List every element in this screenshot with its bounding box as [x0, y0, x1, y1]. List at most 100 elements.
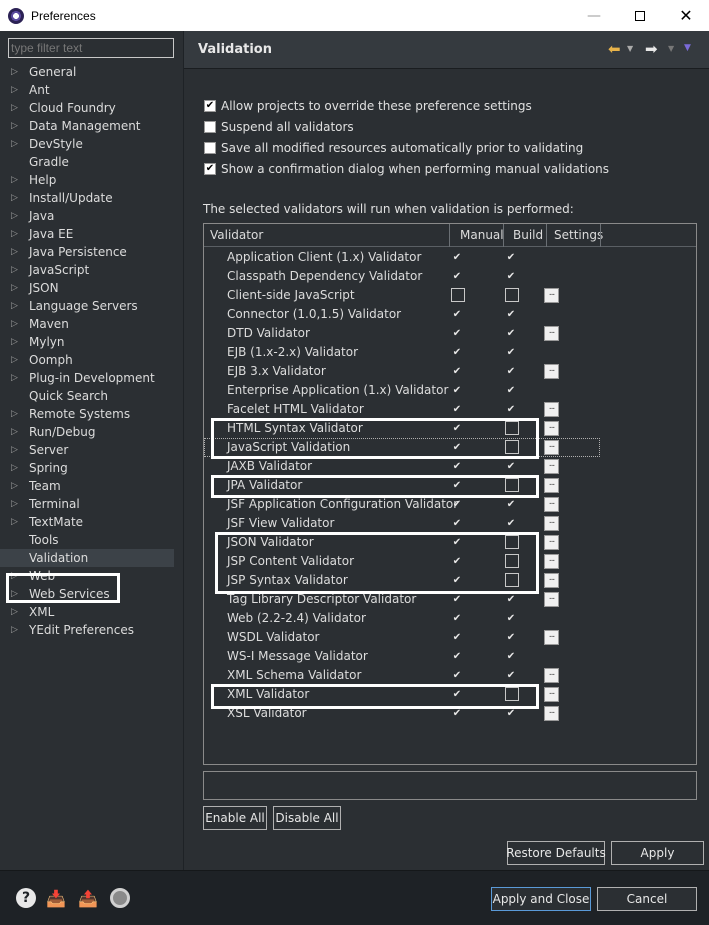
build-checkbox[interactable] [505, 403, 517, 415]
tree-item-general[interactable]: ▷ General [0, 63, 183, 81]
tree-item-gradle[interactable]: Gradle [0, 153, 183, 171]
build-checkbox[interactable] [505, 669, 517, 681]
restore-defaults-button[interactable]: Restore Defaults [506, 841, 606, 865]
build-checkbox[interactable] [505, 498, 517, 510]
manual-checkbox[interactable] [451, 327, 463, 339]
tree-item-mylyn[interactable]: ▷ Mylyn [0, 333, 183, 351]
manual-checkbox[interactable] [451, 270, 463, 282]
table-row[interactable]: Connector (1.0,1.5) Validator [204, 305, 696, 324]
minimize-button[interactable]: — [571, 0, 617, 31]
tree-item-ant[interactable]: ▷ Ant [0, 81, 183, 99]
option-1[interactable]: Suspend all validators [204, 118, 354, 136]
table-row[interactable]: Client-side JavaScript... [204, 286, 696, 305]
maximize-button[interactable] [617, 0, 663, 31]
expand-arrow-icon[interactable]: ▷ [11, 207, 18, 225]
manual-checkbox[interactable] [451, 650, 463, 662]
tree-item-run-debug[interactable]: ▷ Run/Debug [0, 423, 183, 441]
build-checkbox[interactable] [505, 593, 517, 605]
tree-item-cloud-foundry[interactable]: ▷ Cloud Foundry [0, 99, 183, 117]
tree-item-java[interactable]: ▷ Java [0, 207, 183, 225]
settings-button[interactable]: ... [544, 668, 559, 683]
build-checkbox[interactable] [505, 384, 517, 396]
expand-arrow-icon[interactable]: ▷ [11, 297, 18, 315]
import-icon[interactable]: 📥 [46, 888, 66, 908]
settings-button[interactable]: ... [544, 497, 559, 512]
settings-button[interactable]: ... [544, 459, 559, 474]
table-row[interactable]: Classpath Dependency Validator [204, 267, 696, 286]
tree-scrollbar[interactable] [174, 31, 183, 870]
tree-item-yedit-preferences[interactable]: ▷ YEdit Preferences [0, 621, 183, 639]
build-checkbox[interactable] [505, 270, 517, 282]
option-checkbox[interactable] [204, 121, 216, 133]
settings-button[interactable]: ... [544, 706, 559, 721]
header-settings[interactable]: Settings [548, 224, 603, 247]
option-2[interactable]: Save all modified resources automaticall… [204, 139, 583, 157]
manual-checkbox[interactable] [451, 288, 465, 302]
tree-item-install-update[interactable]: ▷ Install/Update [0, 189, 183, 207]
tree-item-textmate[interactable]: ▷ TextMate [0, 513, 183, 531]
expand-arrow-icon[interactable]: ▷ [11, 261, 18, 279]
build-checkbox[interactable] [505, 517, 517, 529]
tree-item-java-ee[interactable]: ▷ Java EE [0, 225, 183, 243]
tree-item-team[interactable]: ▷ Team [0, 477, 183, 495]
manual-checkbox[interactable] [451, 384, 463, 396]
manual-checkbox[interactable] [451, 365, 463, 377]
tree-item-quick-search[interactable]: Quick Search [0, 387, 183, 405]
header-validator[interactable]: Validator [204, 224, 263, 247]
expand-arrow-icon[interactable]: ▷ [11, 459, 18, 477]
expand-arrow-icon[interactable]: ▷ [11, 513, 18, 531]
forward-arrow-icon[interactable]: ➡ [645, 40, 658, 58]
disable-all-button[interactable]: Disable All [273, 806, 341, 830]
expand-arrow-icon[interactable]: ▷ [11, 495, 18, 513]
option-3[interactable]: ✔ Show a confirmation dialog when perform… [204, 160, 609, 178]
tree-item-devstyle[interactable]: ▷ DevStyle [0, 135, 183, 153]
forward-dropdown-icon[interactable]: ▼ [668, 44, 674, 53]
manual-checkbox[interactable] [451, 308, 463, 320]
build-checkbox[interactable] [505, 612, 517, 624]
close-button[interactable]: ✕ [663, 0, 709, 31]
filter-input[interactable]: type filter text [8, 38, 174, 58]
expand-arrow-icon[interactable]: ▷ [11, 351, 18, 369]
header-build[interactable]: Build [507, 224, 543, 247]
table-row[interactable]: WS-I Message Validator [204, 647, 696, 666]
table-row[interactable]: JAXB Validator... [204, 457, 696, 476]
table-row[interactable]: EJB (1.x-2.x) Validator [204, 343, 696, 362]
table-row[interactable]: XML Schema Validator... [204, 666, 696, 685]
table-row[interactable]: EJB 3.x Validator... [204, 362, 696, 381]
option-checkbox[interactable]: ✔ [204, 100, 216, 112]
settings-button[interactable]: ... [544, 326, 559, 341]
settings-button[interactable]: ... [544, 440, 559, 455]
settings-button[interactable]: ... [544, 535, 559, 550]
apply-and-close-button[interactable]: Apply and Close [491, 887, 591, 911]
tree-item-remote-systems[interactable]: ▷ Remote Systems [0, 405, 183, 423]
header-manual[interactable]: Manual [454, 224, 504, 247]
expand-arrow-icon[interactable]: ▷ [11, 441, 18, 459]
settings-button[interactable]: ... [544, 402, 559, 417]
settings-button[interactable]: ... [544, 516, 559, 531]
settings-button[interactable]: ... [544, 630, 559, 645]
back-arrow-icon[interactable]: ⬅ [608, 40, 621, 58]
expand-arrow-icon[interactable]: ▷ [11, 405, 18, 423]
table-row[interactable]: Web (2.2-2.4) Validator [204, 609, 696, 628]
build-checkbox[interactable] [505, 460, 517, 472]
build-checkbox[interactable] [505, 346, 517, 358]
table-row[interactable]: DTD Validator... [204, 324, 696, 343]
manual-checkbox[interactable] [451, 612, 463, 624]
settings-button[interactable]: ... [544, 288, 559, 303]
expand-arrow-icon[interactable]: ▷ [11, 621, 18, 639]
oomph-record-icon[interactable] [110, 888, 130, 908]
option-checkbox[interactable] [204, 142, 216, 154]
manual-checkbox[interactable] [451, 251, 463, 263]
tree-item-maven[interactable]: ▷ Maven [0, 315, 183, 333]
expand-arrow-icon[interactable]: ▷ [11, 171, 18, 189]
back-dropdown-icon[interactable]: ▼ [627, 44, 633, 53]
expand-arrow-icon[interactable]: ▷ [11, 99, 18, 117]
manual-checkbox[interactable] [451, 631, 463, 643]
tree-item-tools[interactable]: Tools [0, 531, 183, 549]
option-0[interactable]: ✔ Allow projects to override these prefer… [204, 97, 532, 115]
manual-checkbox[interactable] [451, 403, 463, 415]
tree-item-validation[interactable]: Validation [0, 549, 183, 567]
build-checkbox[interactable] [505, 288, 519, 302]
expand-arrow-icon[interactable]: ▷ [11, 423, 18, 441]
expand-arrow-icon[interactable]: ▷ [11, 333, 18, 351]
